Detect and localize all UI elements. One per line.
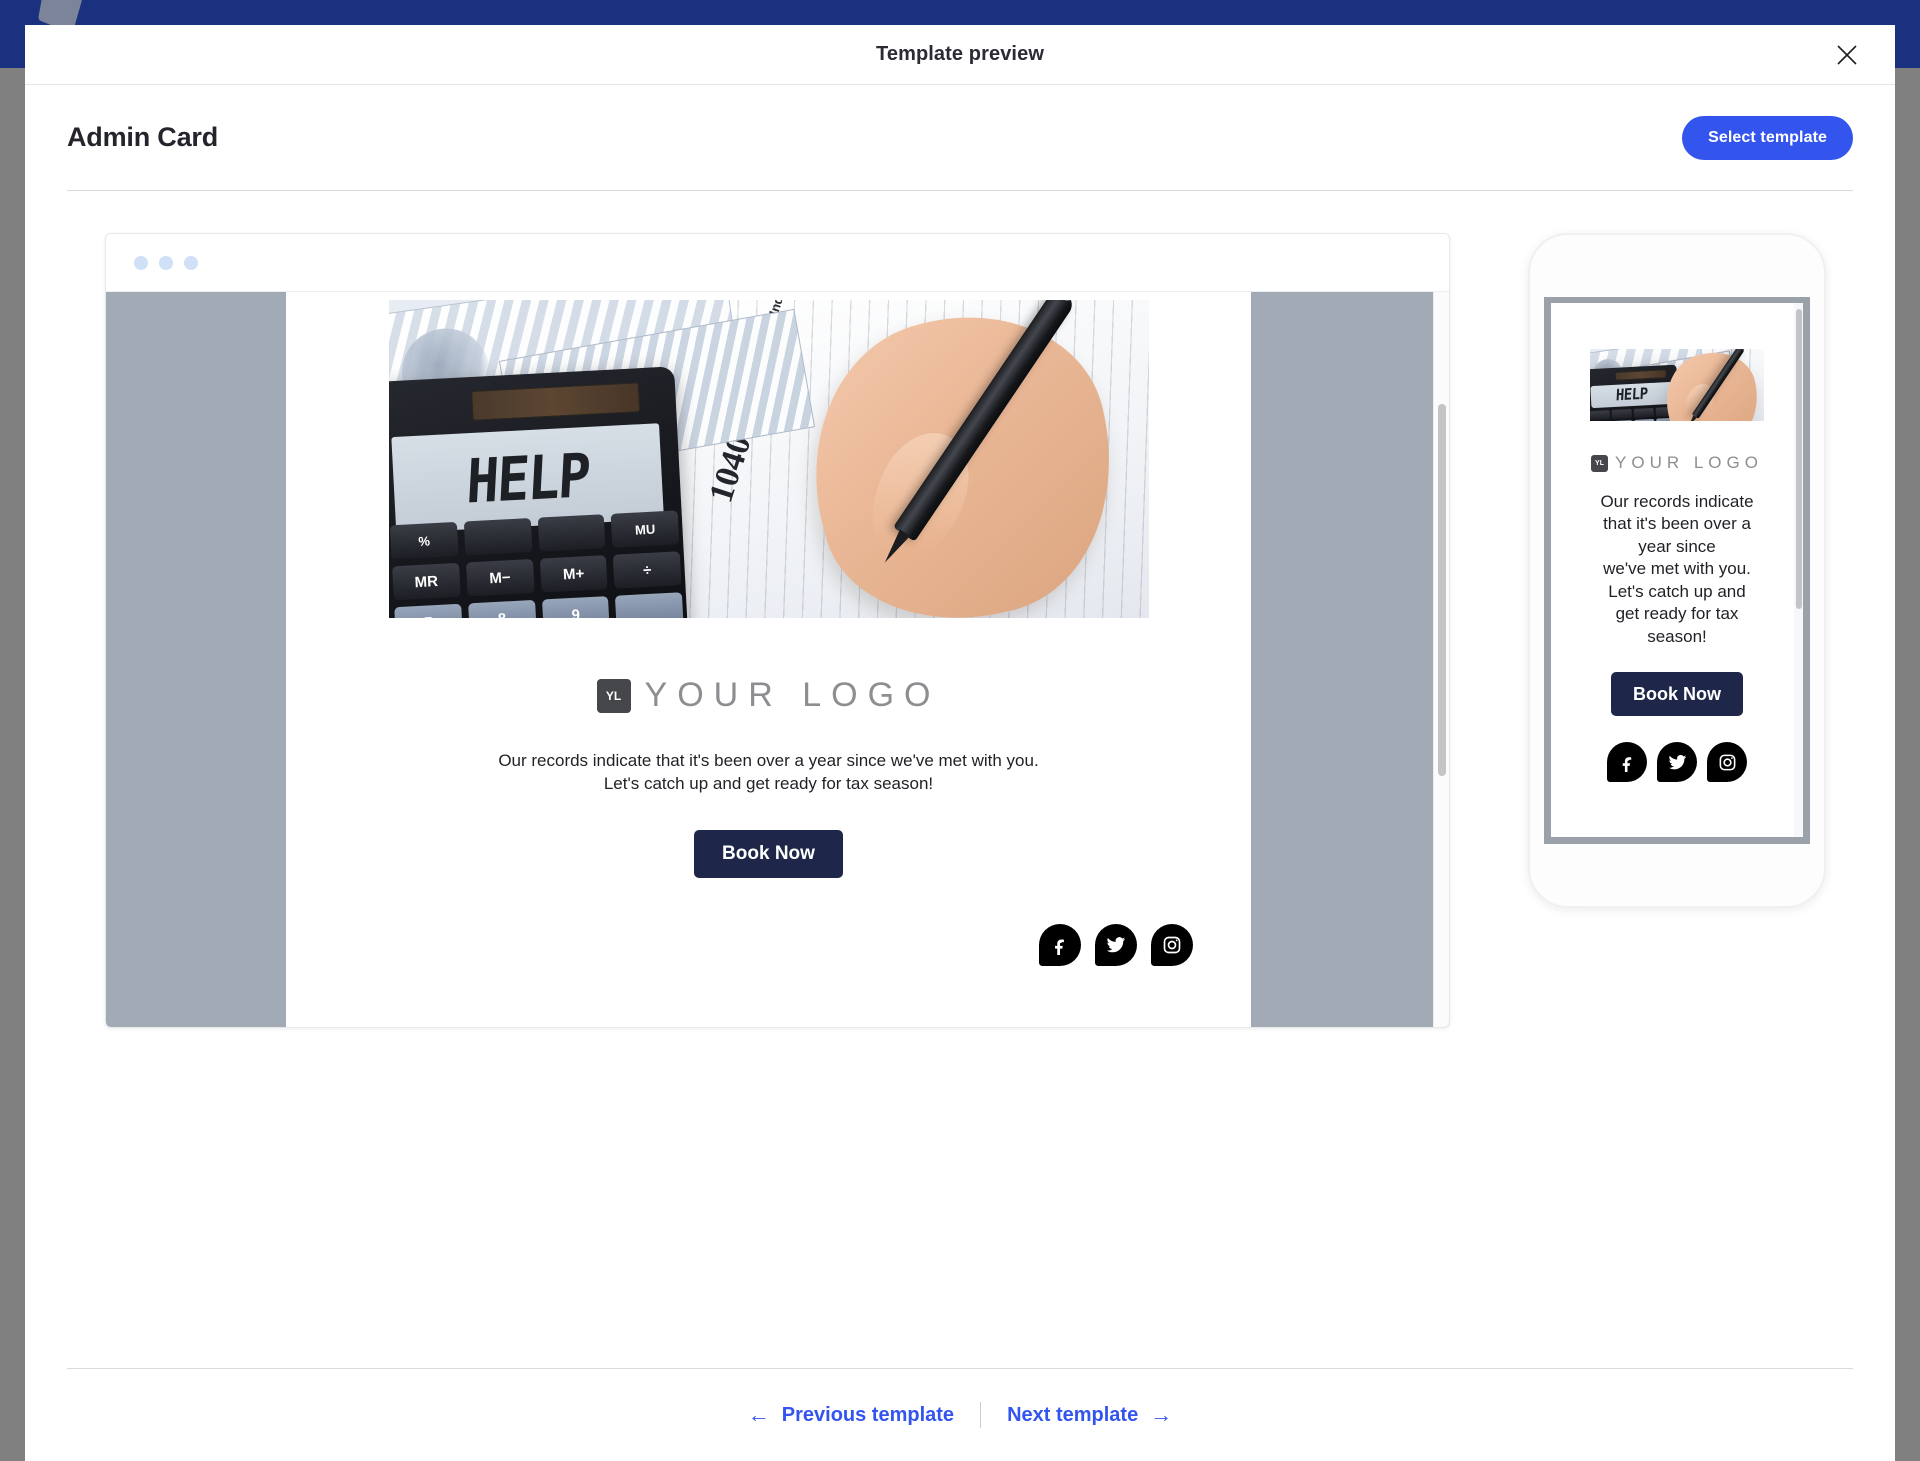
mobile-preview: 1040 HELP — [1528, 233, 1826, 908]
next-template-button[interactable]: Next template → — [981, 1404, 1198, 1427]
twitter-icon[interactable] — [1657, 742, 1697, 783]
mobile-email-body-copy: Our records indicate that it's been over… — [1561, 491, 1793, 648]
logo-wordmark: YOUR LOGO — [1615, 453, 1763, 472]
close-icon[interactable] — [1827, 35, 1867, 75]
calculator-key: 9 — [541, 596, 610, 618]
desktop-preview: U.S. Individual Income Tax Return 1040 H… — [105, 233, 1450, 1028]
calculator-key — [1634, 418, 1655, 421]
email-logo: YL YOUR LOGO — [286, 676, 1251, 715]
calculator-key — [1612, 420, 1633, 421]
modal-titlebar: Template preview — [25, 25, 1895, 85]
calculator-key: MU — [610, 510, 679, 548]
email-body-line: Our records indicate — [1600, 492, 1754, 511]
arrow-right-icon: → — [1150, 1402, 1173, 1427]
calculator-graphic: HELP — [1590, 364, 1680, 421]
template-preview-modal: Template preview Admin Card Select templ… — [25, 25, 1895, 1461]
email-social-links — [286, 923, 1193, 966]
browser-dot-icon — [184, 255, 198, 270]
desktop-preview-scrollbar[interactable] — [1433, 292, 1449, 1027]
logo-badge: YL — [1591, 454, 1609, 472]
calculator-key: M− — [465, 559, 534, 597]
browser-dot-icon — [134, 255, 148, 270]
calculator-keys — [1590, 406, 1677, 421]
calculator-key — [463, 518, 532, 556]
calculator-key — [614, 592, 684, 618]
calculator-key — [1633, 407, 1655, 418]
scrollbar-thumb[interactable] — [1438, 404, 1446, 776]
email-body-copy: Our records indicate that it's been over… — [286, 749, 1251, 796]
email-body-line: Let's catch up and get ready for tax sea… — [603, 774, 934, 794]
calculator-key: 8 — [467, 599, 536, 618]
calculator-keys: % MU MR M− M+ ÷ 7 8 9 — [389, 510, 684, 618]
calculator-key: M+ — [538, 555, 608, 593]
calculator-graphic: HELP % MU MR M− M+ ÷ 7 — [388, 366, 688, 618]
email-hero-image: U.S. Individual Income Tax Return 1040 H… — [388, 300, 1149, 618]
facebook-icon[interactable] — [1039, 923, 1081, 966]
calculator-display-text: HELP — [464, 439, 590, 517]
next-template-label: Next template — [1007, 1403, 1139, 1426]
mobile-preview-scrollbar[interactable] — [1794, 303, 1803, 837]
mobile-email-logo: YL YOUR LOGO — [1561, 453, 1793, 473]
mobile-screen: 1040 HELP — [1544, 297, 1810, 844]
calculator-key: 7 — [393, 603, 463, 618]
facebook-icon[interactable] — [1607, 742, 1647, 783]
template-header: Admin Card Select template — [25, 85, 1895, 190]
calculator-display: HELP — [1590, 381, 1674, 409]
previous-template-label: Previous template — [781, 1403, 955, 1426]
browser-dot-icon — [159, 255, 173, 270]
calculator-display-text: HELP — [1615, 385, 1649, 405]
email-body-line: Let's catch up and — [1608, 581, 1746, 601]
calculator-key — [536, 514, 606, 552]
arrow-left-icon: ← — [747, 1402, 770, 1427]
calculator-solar-panel — [1614, 369, 1668, 381]
email-body-line: we've met with you. — [1603, 559, 1751, 579]
mobile-email-body: 1040 HELP — [1551, 303, 1803, 837]
scrollbar-thumb[interactable] — [1796, 309, 1802, 609]
desktop-email-canvas: U.S. Individual Income Tax Return 1040 H… — [106, 292, 1449, 1027]
instagram-icon[interactable] — [1151, 923, 1193, 966]
twitter-icon[interactable] — [1095, 923, 1137, 966]
book-now-button[interactable]: Book Now — [694, 829, 843, 878]
preview-area: U.S. Individual Income Tax Return 1040 H… — [25, 191, 1895, 1368]
modal-title: Template preview — [876, 43, 1044, 65]
mobile-email-hero-image: 1040 HELP — [1590, 349, 1764, 421]
calculator-solar-panel — [470, 382, 640, 421]
logo-wordmark: YOUR LOGO — [644, 676, 941, 714]
page-title: Admin Card — [67, 122, 219, 152]
select-template-button[interactable]: Select template — [1682, 115, 1853, 160]
calculator-key — [1590, 410, 1611, 421]
template-navigation: ← Previous template Next template → — [25, 1369, 1895, 1461]
calculator-key: MR — [391, 562, 461, 601]
email-body-line: year since — [1638, 536, 1716, 556]
mobile-email-social-links — [1561, 742, 1793, 783]
instagram-icon[interactable] — [1707, 742, 1747, 783]
mobile-book-now-button[interactable]: Book Now — [1611, 672, 1743, 717]
logo-badge: YL — [596, 678, 631, 713]
calculator-key — [1611, 409, 1633, 420]
calculator-key: ÷ — [612, 551, 681, 589]
email-body: U.S. Individual Income Tax Return 1040 H… — [286, 292, 1251, 1027]
email-body-line: that it's been over a — [1603, 514, 1751, 534]
calculator-key: % — [389, 521, 458, 560]
browser-chrome — [106, 234, 1449, 292]
email-body-line: get ready for tax — [1615, 604, 1739, 624]
email-body-line: season! — [1647, 626, 1707, 646]
email-body-line: Our records indicate that it's been over… — [498, 751, 1039, 770]
previous-template-button[interactable]: ← Previous template — [722, 1404, 980, 1427]
